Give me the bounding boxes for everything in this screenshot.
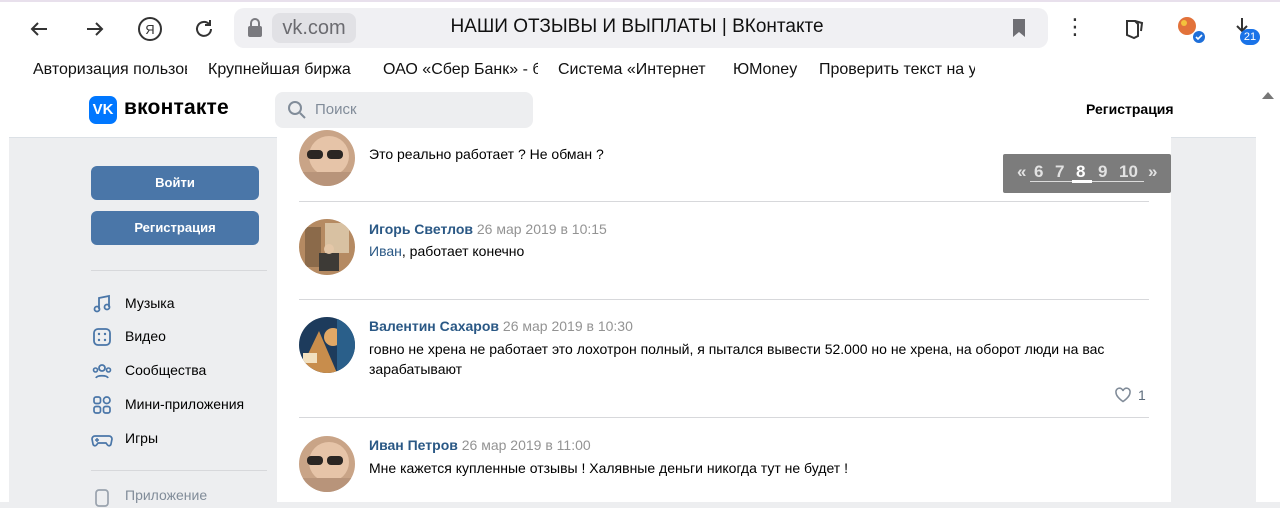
sidebar-item-communities[interactable]: Сообщества	[91, 359, 271, 383]
mini-apps-icon	[93, 396, 111, 414]
domain-chip[interactable]: vk.com	[272, 13, 356, 43]
app-icon	[95, 489, 109, 507]
bookmark-item[interactable]: Система «Интернет	[558, 61, 710, 79]
comment-time[interactable]: 26 мар 2019 в 10:15	[477, 221, 607, 237]
comment-item: Игорь Светлов 26 мар 2019 в 10:15 Иван, …	[299, 218, 1159, 278]
bookmark-item[interactable]: Авторизация пользов	[33, 61, 187, 79]
page-left-edge	[0, 86, 9, 502]
lock-icon[interactable]	[246, 17, 264, 39]
comment-header: Валентин Сахаров 26 мар 2019 в 10:30	[369, 318, 633, 334]
extensions-icon[interactable]	[1120, 14, 1150, 44]
register-button[interactable]: Регистрация	[91, 211, 259, 245]
comment-header: Иван Петров 26 мар 2019 в 11:00	[369, 437, 591, 453]
avatar-photo	[299, 317, 355, 373]
forward-arrow-icon	[87, 22, 104, 36]
header-register-link[interactable]: Регистрация	[1086, 101, 1174, 117]
comment-author[interactable]: Валентин Сахаров	[369, 318, 499, 334]
pager-prev[interactable]: «	[1017, 162, 1026, 182]
sidebar-item-app[interactable]: Приложение	[91, 484, 271, 508]
comment-author[interactable]: Иван Петров	[369, 437, 458, 453]
comment-separator	[299, 201, 1149, 202]
avatar-photo	[299, 219, 355, 275]
bookmark-item[interactable]: ОАО «Сбер Банк» - б	[383, 61, 538, 79]
pager-next[interactable]: »	[1148, 162, 1157, 182]
comment-item: Валентин Сахаров 26 мар 2019 в 10:30 гов…	[299, 316, 1159, 412]
yandex-button[interactable]: Я	[135, 14, 165, 44]
svg-text:Я: Я	[145, 22, 154, 37]
downloads-button[interactable]: 21	[1230, 14, 1264, 48]
back-button[interactable]	[24, 14, 54, 44]
comment-separator	[299, 299, 1149, 300]
communities-icon	[92, 364, 112, 379]
comment-header: Игорь Светлов 26 мар 2019 в 10:15	[369, 221, 607, 237]
like-count[interactable]: 1	[1138, 387, 1146, 403]
avatar-photo	[299, 436, 355, 492]
sidebar-item-label: Мини-приложения	[125, 396, 245, 412]
comment-text: Мне кажется купленные отзывы ! Халявные …	[369, 460, 848, 476]
sidebar-item-music[interactable]: Музыка	[91, 292, 271, 316]
page-scrollbar[interactable]	[1256, 86, 1280, 502]
sidebar-item-games[interactable]: Игры	[91, 427, 271, 451]
sidebar-item-label: Музыка	[125, 295, 175, 311]
pager-page[interactable]: 6	[1034, 162, 1043, 182]
comment-author[interactable]: Игорь Светлов	[369, 221, 473, 237]
downloads-badge: 21	[1240, 29, 1260, 45]
comment-time[interactable]: 26 мар 2019 в 11:00	[462, 437, 591, 453]
vk-logo-text[interactable]: вконтакте	[124, 96, 229, 120]
reload-icon	[196, 20, 212, 37]
menu-icon[interactable]: ⋮	[1064, 15, 1086, 41]
games-icon	[91, 435, 113, 447]
avatar-photo	[299, 130, 355, 186]
pager-page[interactable]: 10	[1119, 162, 1138, 182]
search-icon	[288, 101, 306, 119]
bookmark-item[interactable]: ЮMoney	[733, 61, 803, 79]
avatar[interactable]	[299, 436, 355, 492]
avatar[interactable]	[299, 219, 355, 275]
bookmarks-bar: Авторизация пользов Крупнейшая биржа ОАО…	[0, 56, 1280, 86]
bookmark-icon[interactable]	[1010, 17, 1028, 39]
pagination	[1003, 154, 1171, 193]
bookmark-item[interactable]: Крупнейшая биржа	[208, 61, 358, 79]
profile-avatar-icon[interactable]	[1175, 14, 1205, 44]
comment-item: Иван Петров 26 мар 2019 в 11:00 Мне каже…	[299, 435, 1159, 495]
music-icon	[93, 294, 111, 313]
sidebar-item-label: Видео	[125, 328, 166, 344]
search-placeholder: Поиск	[315, 101, 357, 118]
comment-text: Иван, работает конечно	[369, 241, 1159, 261]
bookmark-item[interactable]: Проверить текст на у	[819, 61, 975, 79]
sidebar-divider	[91, 470, 267, 471]
sidebar-item-video[interactable]: Видео	[91, 325, 271, 349]
login-button[interactable]: Войти	[91, 166, 259, 200]
avatar[interactable]	[299, 130, 355, 186]
avatar[interactable]	[299, 317, 355, 373]
comment-body: , работает конечно	[401, 243, 525, 259]
pager-page[interactable]: 9	[1098, 162, 1107, 182]
sidebar-divider	[91, 270, 267, 271]
heart-icon[interactable]	[1114, 386, 1132, 404]
reply-mention[interactable]: Иван	[369, 243, 402, 259]
search-input[interactable]	[275, 92, 533, 128]
reload-button[interactable]	[189, 14, 219, 44]
vk-logo-icon[interactable]: VK	[89, 96, 117, 124]
yandex-logo-icon: Я	[138, 17, 162, 41]
pager-current-marker	[1072, 180, 1092, 183]
forward-button[interactable]	[80, 14, 110, 44]
video-icon	[93, 328, 111, 346]
window-top-edge	[0, 0, 1280, 2]
sidebar-item-label: Приложение	[125, 487, 208, 503]
comment-time[interactable]: 26 мар 2019 в 10:30	[503, 318, 633, 334]
comment-separator	[299, 417, 1149, 418]
sidebar-item-label: Игры	[125, 430, 159, 446]
scroll-up-arrow-icon[interactable]	[1262, 92, 1274, 99]
tab-title: НАШИ ОТЗЫВЫ И ВЫПЛАТЫ | ВКонтакте	[450, 16, 824, 37]
pager-page[interactable]: 7	[1055, 162, 1064, 182]
sidebar-item-label: Сообщества	[125, 362, 207, 378]
pager-page-current[interactable]: 8	[1076, 162, 1085, 182]
comment-text: говно не хрена не работает это лохотрон …	[369, 341, 1105, 377]
sidebar-item-mini-apps[interactable]: Мини-приложения	[91, 393, 271, 417]
back-arrow-icon	[30, 22, 47, 36]
